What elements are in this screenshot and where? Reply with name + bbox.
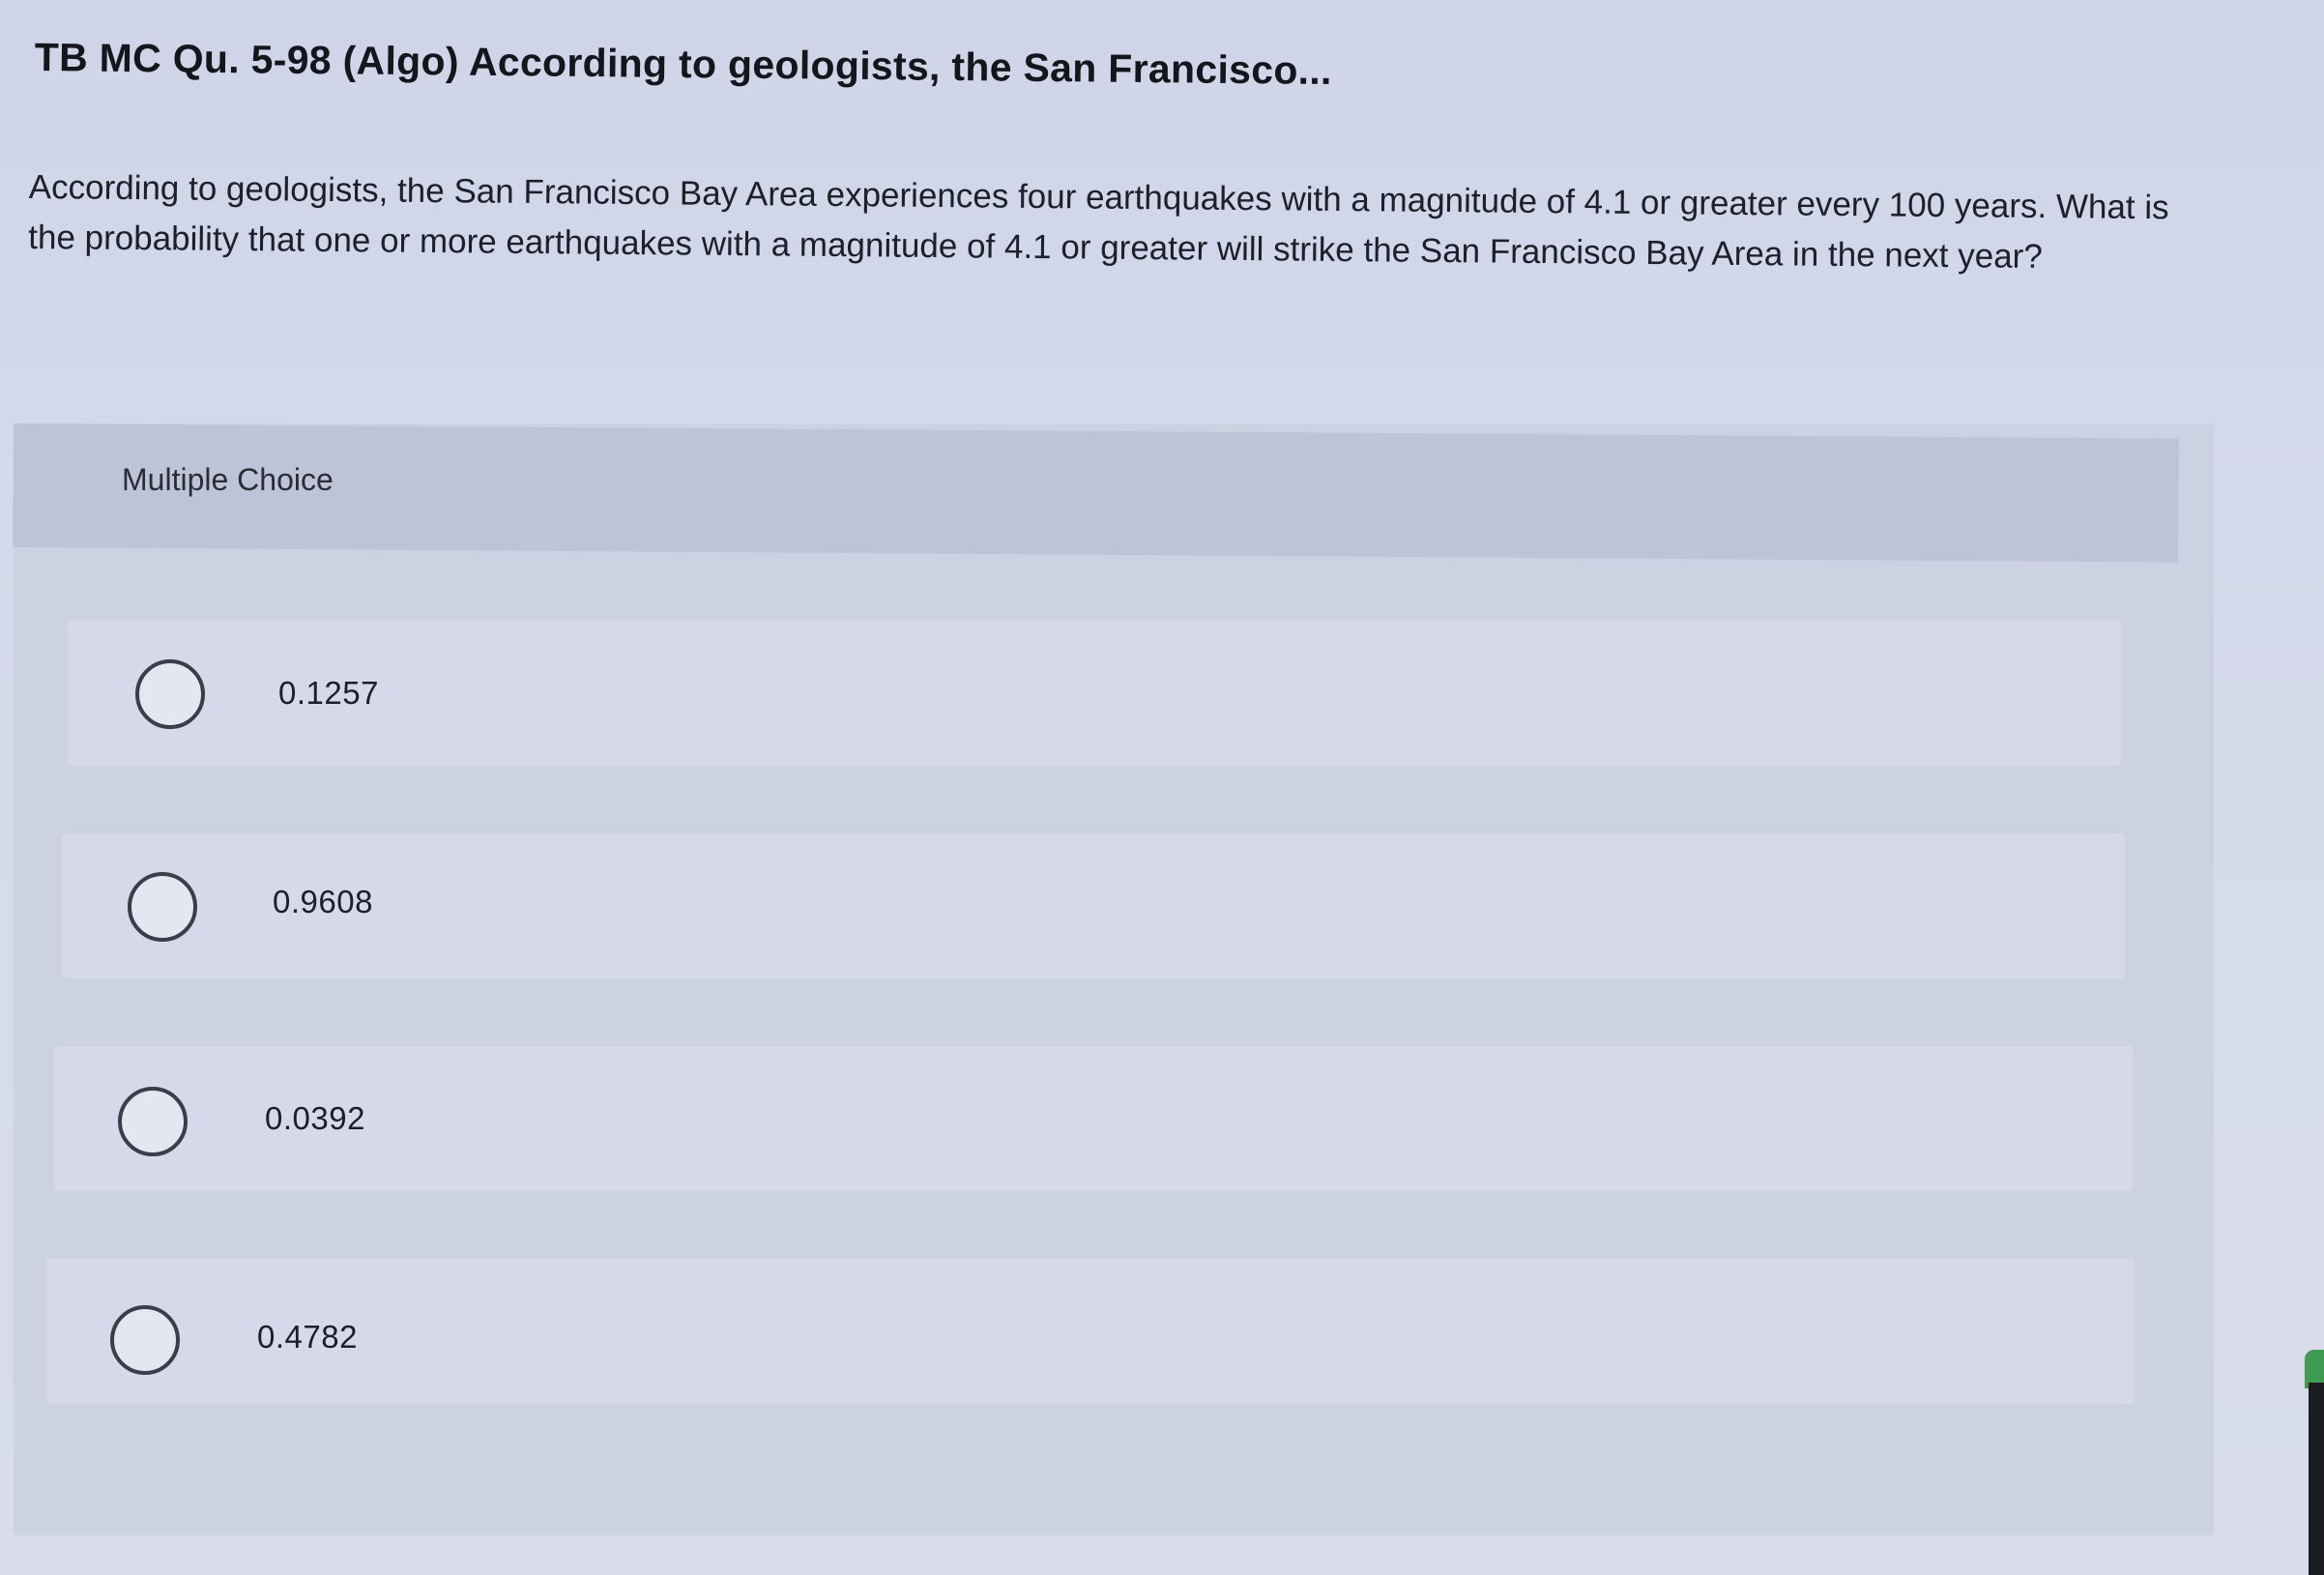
answer-option-label: 0.1257 bbox=[278, 675, 379, 711]
answer-option-label: 0.4782 bbox=[257, 1319, 358, 1355]
answer-option-label: 0.0392 bbox=[265, 1100, 365, 1136]
answer-option-2[interactable]: 0.9608 bbox=[62, 833, 2125, 978]
question-text: According to geologists, the San Francis… bbox=[28, 167, 2169, 276]
radio-button-icon[interactable] bbox=[135, 659, 205, 729]
screen-edge bbox=[2309, 1383, 2324, 1575]
multiple-choice-header-bar bbox=[13, 423, 2179, 563]
answer-option-label: 0.9608 bbox=[273, 884, 373, 919]
multiple-choice-label: Multiple Choice bbox=[122, 462, 334, 497]
radio-button-icon[interactable] bbox=[118, 1087, 188, 1156]
answer-option-1[interactable]: 0.1257 bbox=[68, 621, 2121, 766]
radio-button-icon[interactable] bbox=[110, 1305, 180, 1375]
answer-option-3[interactable]: 0.0392 bbox=[54, 1046, 2133, 1191]
radio-button-icon[interactable] bbox=[128, 872, 197, 942]
answer-option-4[interactable]: 0.4782 bbox=[46, 1259, 2135, 1404]
